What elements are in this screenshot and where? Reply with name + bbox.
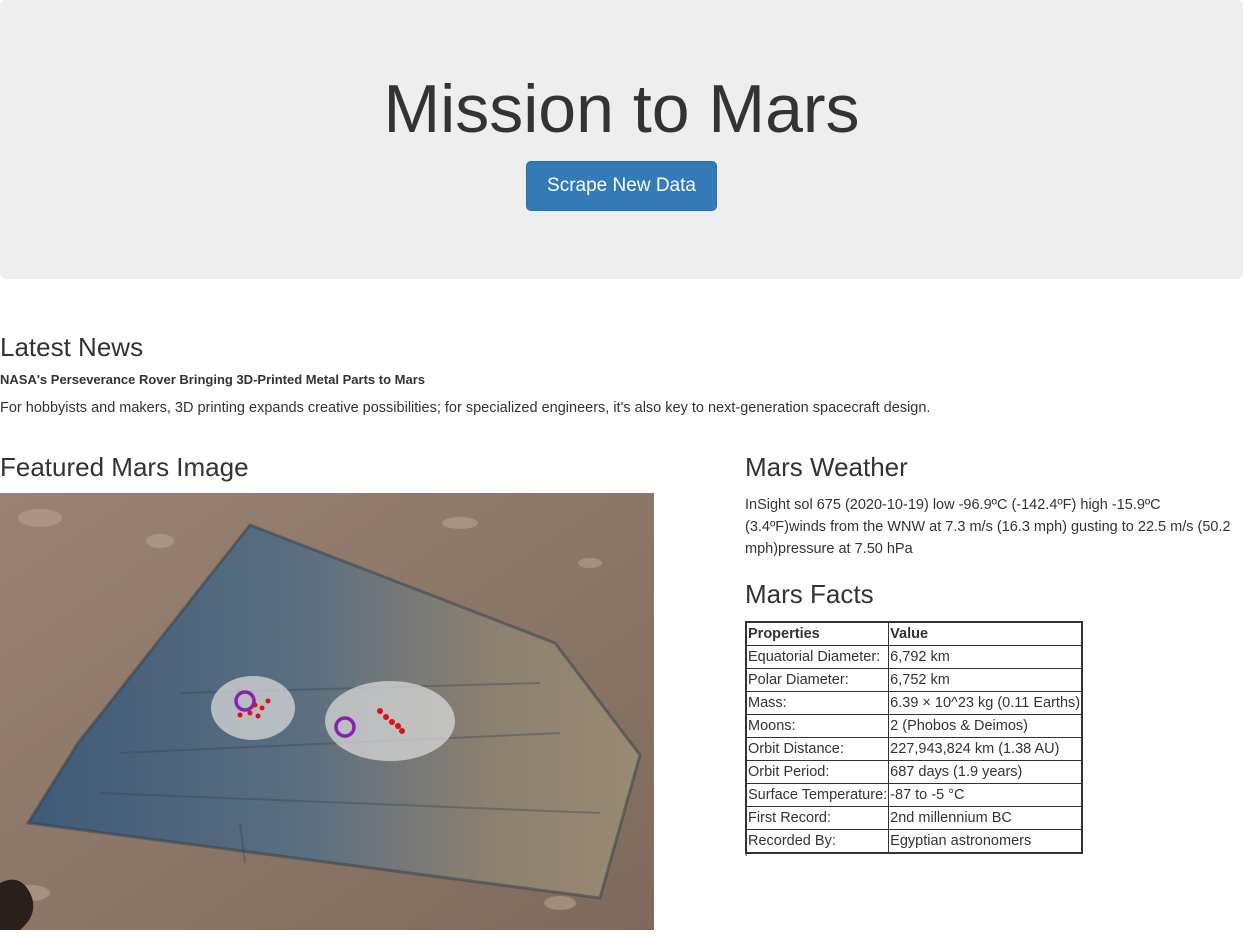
value-cell: -87 to -5 °C <box>888 783 1083 807</box>
table-row: First Record: 2nd millennium BC <box>745 806 1083 830</box>
table-row: Mass: 6.39 × 10^23 kg (0.11 Earths) <box>745 691 1083 715</box>
value-cell: 687 days (1.9 years) <box>888 760 1083 784</box>
jumbotron-header: Mission to Mars Scrape New Data <box>0 0 1243 279</box>
table-row: Polar Diameter: 6,752 km <box>745 668 1083 692</box>
property-cell: Surface Temperature: <box>745 783 890 807</box>
property-cell: First Record: <box>745 806 890 830</box>
property-cell: Equatorial Diameter: <box>745 645 890 669</box>
featured-mars-image <box>0 493 654 930</box>
column-header: Properties <box>745 621 890 646</box>
table-header-row: Properties Value <box>745 621 1083 646</box>
value-cell: 6,752 km <box>888 668 1083 692</box>
news-paragraph: For hobbyists and makers, 3D printing ex… <box>0 400 931 416</box>
property-cell: Mass: <box>745 691 890 715</box>
mars-rock-photo-icon <box>0 493 654 930</box>
page-title: Mission to Mars <box>383 71 860 147</box>
mars-weather-heading: Mars Weather <box>745 452 908 482</box>
property-cell: Recorded By: <box>745 829 890 854</box>
column-header: Value <box>888 621 1083 646</box>
value-cell: 2 (Phobos & Deimos) <box>888 714 1083 738</box>
table-row: Moons: 2 (Phobos & Deimos) <box>745 714 1083 738</box>
table-row: Recorded By: Egyptian astronomers <box>745 829 1083 854</box>
value-cell: 227,943,824 km (1.38 AU) <box>888 737 1083 761</box>
table-row: Orbit Distance: 227,943,824 km (1.38 AU) <box>745 737 1083 761</box>
table-row: Surface Temperature: -87 to -5 °C <box>745 783 1083 807</box>
property-cell: Orbit Distance: <box>745 737 890 761</box>
table-row: Equatorial Diameter: 6,792 km <box>745 645 1083 669</box>
value-cell: 6.39 × 10^23 kg (0.11 Earths) <box>888 691 1083 715</box>
trailing-mark: ' <box>745 851 748 865</box>
property-cell: Polar Diameter: <box>745 668 890 692</box>
weather-report: InSight sol 675 (2020-10-19) low -96.9ºC… <box>745 497 1231 557</box>
value-cell: 2nd millennium BC <box>888 806 1083 830</box>
value-cell: 6,792 km <box>888 645 1083 669</box>
featured-image-heading: Featured Mars Image <box>0 452 249 482</box>
table-row: Orbit Period: 687 days (1.9 years) <box>745 760 1083 784</box>
value-cell: Egyptian astronomers <box>888 829 1083 854</box>
latest-news-heading: Latest News <box>0 332 144 362</box>
mars-facts-heading: Mars Facts <box>745 579 874 609</box>
news-title: NASA's Perseverance Rover Bringing 3D-Pr… <box>0 372 426 387</box>
mars-facts-table: Properties Value Equatorial Diameter: 6,… <box>745 621 1084 854</box>
property-cell: Orbit Period: <box>745 760 890 784</box>
scrape-new-data-button[interactable]: Scrape New Data <box>526 161 717 211</box>
property-cell: Moons: <box>745 714 890 738</box>
